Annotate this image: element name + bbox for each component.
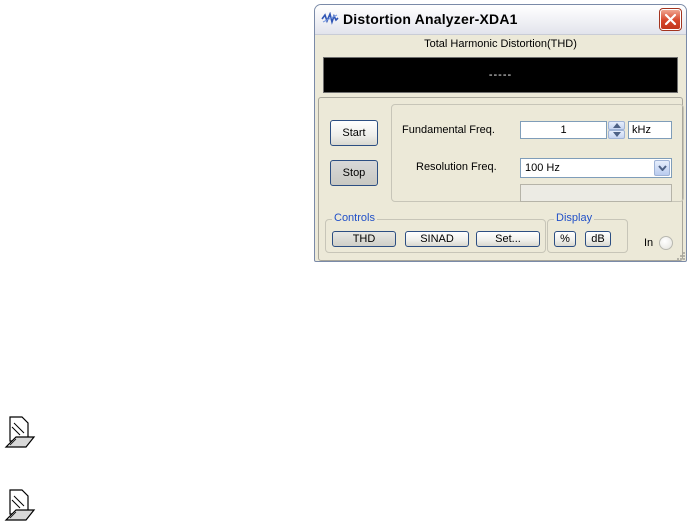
sinad-button[interactable]: SINAD [405,231,469,247]
input-indicator-icon [659,236,673,250]
note-icon [4,489,36,521]
display-legend: Display [554,212,595,224]
resize-grip-icon[interactable] [675,250,685,260]
title-bar[interactable]: Distortion Analyzer-XDA1 [315,5,686,35]
frequency-group: Fundamental Freq. 1 kHz Resolution Freq.… [391,104,684,202]
close-button[interactable] [659,8,682,31]
input-label: In [644,237,654,249]
thd-display: ----- [323,57,678,93]
arrow-up-icon [613,123,621,128]
instrument-icon [321,11,339,26]
chevron-down-icon [658,165,667,171]
thd-label: Total Harmonic Distortion(THD) [424,38,577,50]
controls-group: Controls THD SINAD Set... [325,212,546,253]
set-button[interactable]: Set... [476,231,540,247]
fundamental-freq-input[interactable]: 1 [520,121,607,139]
percent-button[interactable]: % [554,231,576,247]
start-button[interactable]: Start [330,120,378,146]
window-title: Distortion Analyzer-XDA1 [343,11,518,27]
spin-up-button[interactable] [608,121,625,130]
close-icon [664,13,677,26]
resolution-freq-select[interactable]: 100 Hz [520,158,672,178]
stop-button[interactable]: Stop [330,160,378,186]
thd-button[interactable]: THD [332,231,396,247]
fundamental-freq-unit[interactable]: kHz [628,121,672,139]
fundamental-freq-label: Fundamental Freq. [402,124,495,136]
spin-down-button[interactable] [608,130,625,139]
arrow-down-icon [613,132,621,137]
controls-legend: Controls [332,212,377,224]
dropdown-button[interactable] [654,160,670,176]
fundamental-freq-spinner [608,121,625,139]
distortion-analyzer-window: Distortion Analyzer-XDA1 Total Harmonic … [314,4,687,262]
db-button[interactable]: dB [585,231,611,247]
resolution-info-field [520,184,672,202]
main-panel: Start Stop Fundamental Freq. 1 kHz Resol… [318,97,684,261]
resolution-freq-value: 100 Hz [525,162,560,174]
resolution-freq-label: Resolution Freq. [416,161,497,173]
thd-value: ----- [488,69,513,81]
note-icon [4,416,36,448]
display-group: Display % dB [547,212,628,253]
